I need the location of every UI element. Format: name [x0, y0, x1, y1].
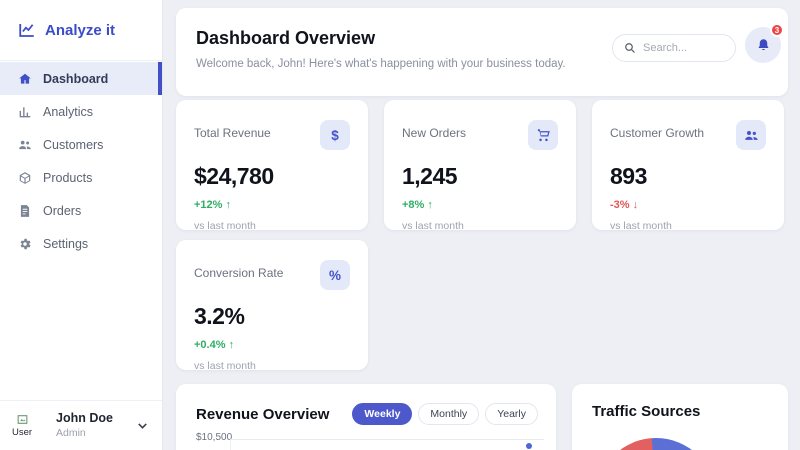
- stat-label: Total Revenue: [194, 126, 271, 140]
- sidebar-item-orders[interactable]: Orders: [0, 194, 162, 227]
- stat-card-top: New Orders: [402, 120, 558, 150]
- arrow-up-icon: ↑: [228, 339, 235, 351]
- sidebar-nav: Dashboard Analytics Customers Products O…: [0, 61, 162, 260]
- users-icon: [736, 120, 766, 150]
- sidebar-item-label: Settings: [43, 236, 89, 251]
- stat-value: 3.2%: [194, 303, 245, 329]
- bar-chart-icon: [18, 105, 32, 119]
- search-input[interactable]: [643, 42, 724, 54]
- invoice-icon: [18, 204, 32, 218]
- revenue-card-title: Revenue Overview: [196, 405, 330, 423]
- sidebar-item-settings[interactable]: Settings: [0, 227, 162, 260]
- arrow-up-icon: ↑: [225, 199, 232, 211]
- stat-card-customer-growth: Customer Growth 893 -3% ↓ vs last month: [592, 100, 784, 232]
- sidebar-item-customers[interactable]: Customers: [0, 128, 162, 161]
- bell-icon: [756, 38, 771, 53]
- arrow-up-icon: ↑: [427, 199, 433, 211]
- period-filter: Weekly Monthly Yearly: [352, 403, 538, 425]
- stat-note: vs last month: [610, 220, 672, 232]
- stat-card-total-revenue: Total Revenue $ $24,780 +12% ↑ vs last m…: [176, 100, 368, 232]
- chart-data-point: [526, 443, 532, 449]
- stat-trend: +0.4% ↑: [194, 339, 350, 351]
- stat-card-conversion-rate: Conversion Rate % 3.2% +0.4% ↑ vs last m…: [176, 240, 368, 372]
- avatar-alt-text: User: [12, 427, 33, 438]
- sidebar-item-label: Analytics: [43, 104, 94, 119]
- gear-icon: [18, 237, 32, 251]
- sidebar-item-dashboard[interactable]: Dashboard: [0, 62, 162, 95]
- stat-note: vs last month: [194, 360, 256, 372]
- search-icon: [624, 42, 636, 54]
- trend-value: +8%: [402, 199, 425, 211]
- trend-value: +0.4%: [194, 339, 226, 351]
- stat-label: New Orders: [402, 126, 467, 140]
- stat-card-top: Customer Growth: [610, 120, 766, 150]
- stat-note: vs last month: [402, 220, 464, 232]
- percent-icon: %: [320, 260, 350, 290]
- home-icon: [18, 72, 32, 86]
- trend-value: +12%: [194, 199, 223, 211]
- y-axis-tick: $10,500: [196, 432, 233, 443]
- sidebar-item-label: Products: [43, 170, 93, 185]
- avatar: User: [12, 406, 48, 446]
- revenue-overview-card: Revenue Overview Weekly Monthly Yearly $…: [176, 384, 556, 450]
- revenue-card-header: Revenue Overview Weekly Monthly Yearly: [176, 384, 556, 425]
- users-icon: [18, 138, 32, 152]
- sidebar: Analyze it Dashboard Analytics Customers…: [0, 0, 163, 450]
- notifications-button[interactable]: 3: [745, 23, 784, 63]
- search-box: [612, 34, 736, 62]
- broken-image-icon: [12, 413, 29, 426]
- trend-value: -3%: [610, 199, 630, 211]
- stat-card-top: Conversion Rate %: [194, 260, 350, 290]
- chart-line-icon: [18, 21, 36, 39]
- notification-badge: 3: [770, 23, 784, 37]
- user-menu[interactable]: User John Doe Admin: [0, 400, 162, 450]
- stat-value: 893: [610, 163, 647, 189]
- traffic-card-title: Traffic Sources: [592, 403, 701, 420]
- revenue-chart-area: [230, 439, 544, 450]
- traffic-pie-chart: [596, 438, 716, 450]
- stat-trend: -3% ↓: [610, 199, 766, 211]
- header-card: Dashboard Overview Welcome back, John! H…: [176, 8, 788, 96]
- arrow-down-icon: ↓: [632, 199, 639, 211]
- sidebar-item-products[interactable]: Products: [0, 161, 162, 194]
- stat-label: Conversion Rate: [194, 266, 284, 280]
- app-logo: Analyze it: [0, 0, 162, 61]
- sidebar-item-label: Dashboard: [43, 71, 109, 86]
- stat-value: $24,780: [194, 163, 274, 189]
- user-name: John Doe: [56, 411, 113, 426]
- stat-note: vs last month: [194, 220, 256, 232]
- user-role: Admin: [56, 426, 86, 439]
- dollar-icon: $: [320, 120, 350, 150]
- cart-icon: [528, 120, 558, 150]
- sidebar-item-analytics[interactable]: Analytics: [0, 95, 162, 128]
- app-name: Analyze it: [45, 21, 116, 39]
- sidebar-item-label: Customers: [43, 137, 104, 152]
- stat-card-new-orders: New Orders 1,245 +8% ↑ vs last month: [384, 100, 576, 232]
- stat-trend: +8% ↑: [402, 199, 558, 211]
- stat-label: Customer Growth: [610, 126, 705, 140]
- filter-weekly[interactable]: Weekly: [352, 403, 413, 425]
- stat-value: 1,245: [402, 163, 458, 189]
- stat-trend: +12% ↑: [194, 199, 350, 211]
- sidebar-item-label: Orders: [43, 203, 82, 218]
- filter-monthly[interactable]: Monthly: [418, 403, 480, 425]
- stat-card-top: Total Revenue $: [194, 120, 350, 150]
- traffic-sources-card: Traffic Sources: [572, 384, 788, 450]
- chevron-down-icon[interactable]: [135, 418, 150, 433]
- filter-yearly[interactable]: Yearly: [485, 403, 538, 425]
- box-icon: [18, 171, 32, 185]
- user-meta: John Doe Admin: [56, 411, 127, 440]
